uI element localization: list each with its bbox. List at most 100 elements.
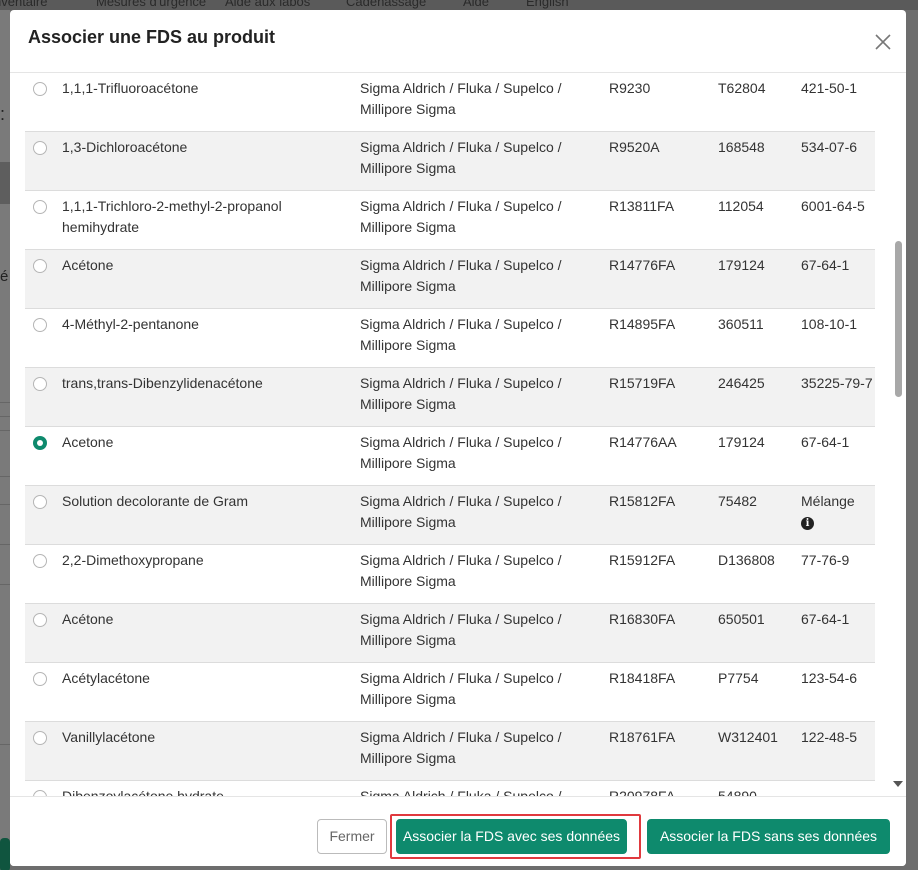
fds-reference-text: R18418FA [609,670,676,686]
product-number: 179124 [718,255,798,276]
associate-fds-modal: Associer une FDS au produit 1,1,1-Triflu… [10,10,906,866]
cas-number: 421-50-1 [801,78,873,99]
fds-reference: R14895FA [609,314,709,335]
bg-nav-item: Mesures d'urgence [96,0,207,9]
row-radio[interactable] [33,259,47,273]
table-row[interactable]: Acétone Sigma Aldrich / Fluka / Supelco /… [25,604,875,663]
product-name: 2,2-Dimethoxypropane [62,550,352,571]
fds-reference: R9230 [609,78,709,99]
supplier-name-text: Sigma Aldrich / Fluka / Supelco / Millip… [360,375,562,412]
fds-reference-text: R9230 [609,80,651,96]
scrollbar-thumb[interactable] [895,241,902,397]
table-row[interactable]: Acétylacétone Sigma Aldrich / Fluka / Sup… [25,663,875,722]
cas-number-text: 122-48-5 [801,729,858,745]
table-row[interactable]: Vanillylacétone Sigma Aldrich / Fluka / S… [25,722,875,781]
bg-nav-item: nventaire [0,0,48,9]
product-name-text: Solution decolorante de Gram [62,493,248,509]
supplier-name-text: Sigma Aldrich / Fluka / Supelco / Millip… [360,611,562,648]
row-radio[interactable] [33,318,47,332]
row-radio[interactable] [33,436,47,450]
supplier-name: Sigma Aldrich / Fluka / Supelco / Millip… [360,668,600,710]
background-left-strip: : é [0,10,10,870]
product-number: T62804 [718,78,798,99]
product-number-text: 650501 [718,611,765,627]
cas-number-text: 123-54-6 [801,670,858,686]
supplier-name-text: Sigma Aldrich / Fluka / Supelco / Millip… [360,80,562,117]
row-radio[interactable] [33,495,47,509]
product-name-text: 2,2-Dimethoxypropane [62,552,204,568]
product-number-text: 168548 [718,139,765,155]
associate-without-data-button[interactable]: Associer la FDS sans ses données [647,819,890,854]
cas-number: 67-64-1 [801,255,873,276]
cas-number-text: 35225-79-7 [801,375,873,391]
bg-nav-item: Aide [463,0,490,9]
row-radio[interactable] [33,554,47,568]
table-row[interactable]: Solution decolorante de Gram Sigma Aldric… [25,486,875,545]
info-icon[interactable]: i [801,516,814,530]
cas-number: 6001-64-5 [801,196,873,217]
product-number: 54890 [718,786,798,796]
cas-number-text: 67-64-1 [801,611,850,627]
fds-reference-text: R15812FA [609,493,676,509]
cas-number-text: 108-10-1 [801,316,858,332]
cas-number-text: 77-76-9 [801,552,850,568]
fds-reference: R16830FA [609,609,709,630]
supplier-name: Sigma Aldrich / Fluka / Supelco / Millip… [360,255,600,297]
product-number: 650501 [718,609,798,630]
table-row[interactable]: Dibenzoylacétone hydrate Sigma Aldrich / … [25,781,875,796]
row-radio[interactable] [33,82,47,96]
table-row[interactable]: 1,3-Dichloroacétone Sigma Aldrich / Fluka… [25,132,875,191]
fds-reference: R9520A [609,137,709,158]
table-row[interactable]: 1,1,1-Trifluoroacétone Sigma Aldrich / Fl… [25,73,875,132]
product-number: 246425 [718,373,798,394]
fds-reference: R14776FA [609,255,709,276]
fds-reference-text: R20978FA [609,788,676,796]
fds-reference-text: R14776AA [609,434,677,450]
supplier-name-text: Sigma Aldrich / Fluka / Supelco / Millip… [360,670,562,707]
close-button[interactable]: Fermer [317,819,387,854]
modal-title: Associer une FDS au produit [28,27,276,47]
fds-reference-text: R15912FA [609,552,676,568]
product-number-text: T62804 [718,80,766,96]
bg-nav-item: Aide aux labos [225,0,311,9]
product-name-text: 1,1,1-Trichloro-2-methyl-2-propanol hemi… [62,198,282,235]
row-radio[interactable] [33,672,47,686]
product-number-text: P7754 [718,670,759,686]
associate-with-data-button[interactable]: Associer la FDS avec ses données [396,819,627,854]
row-radio[interactable] [33,377,47,391]
row-radio[interactable] [33,613,47,627]
table-row[interactable]: 4-Méthyl-2-pentanone Sigma Aldrich / Fluk… [25,309,875,368]
scroll-down-arrow-icon[interactable] [893,781,903,787]
modal-header: Associer une FDS au produit [10,10,906,72]
supplier-name: Sigma Aldrich / Fluka / Supelco / Millip… [360,786,600,796]
product-name-text: 1,1,1-Trifluoroacétone [62,80,199,96]
table-row[interactable]: Acétone Sigma Aldrich / Fluka / Supelco /… [25,250,875,309]
product-name: Acétone [62,255,352,276]
fds-reference-text: R15719FA [609,375,676,391]
scrollbar[interactable] [892,73,904,796]
supplier-name: Sigma Aldrich / Fluka / Supelco / Millip… [360,137,600,179]
product-name: Vanillylacétone [62,727,352,748]
row-radio[interactable] [33,731,47,745]
supplier-name-text: Sigma Aldrich / Fluka / Supelco / Millip… [360,788,562,796]
close-icon[interactable] [872,31,894,53]
product-name: 4-Méthyl-2-pentanone [62,314,352,335]
table-row[interactable]: trans,trans-Dibenzylidenacétone Sigma Ald… [25,368,875,427]
modal-body: 1,1,1-Trifluoroacétone Sigma Aldrich / Fl… [10,72,906,796]
product-name-text: trans,trans-Dibenzylidenacétone [62,375,263,391]
product-name: 1,3-Dichloroacétone [62,137,352,158]
table-row[interactable]: 1,1,1-Trichloro-2-methyl-2-propanol hemi… [25,191,875,250]
product-name: Acetone [62,432,352,453]
cas-number: 122-48-5 [801,727,873,748]
cas-number: Mélange i [801,491,873,533]
supplier-name: Sigma Aldrich / Fluka / Supelco / Millip… [360,78,600,120]
product-number: D136808 [718,550,798,571]
table-row[interactable]: Acetone Sigma Aldrich / Fluka / Supelco /… [25,427,875,486]
row-radio[interactable] [33,200,47,214]
supplier-name-text: Sigma Aldrich / Fluka / Supelco / Millip… [360,493,562,530]
product-number-text: 360511 [718,316,764,332]
table-row[interactable]: 2,2-Dimethoxypropane Sigma Aldrich / Fluk… [25,545,875,604]
cas-number: 123-54-6 [801,668,873,689]
supplier-name: Sigma Aldrich / Fluka / Supelco / Millip… [360,491,600,533]
row-radio[interactable] [33,141,47,155]
